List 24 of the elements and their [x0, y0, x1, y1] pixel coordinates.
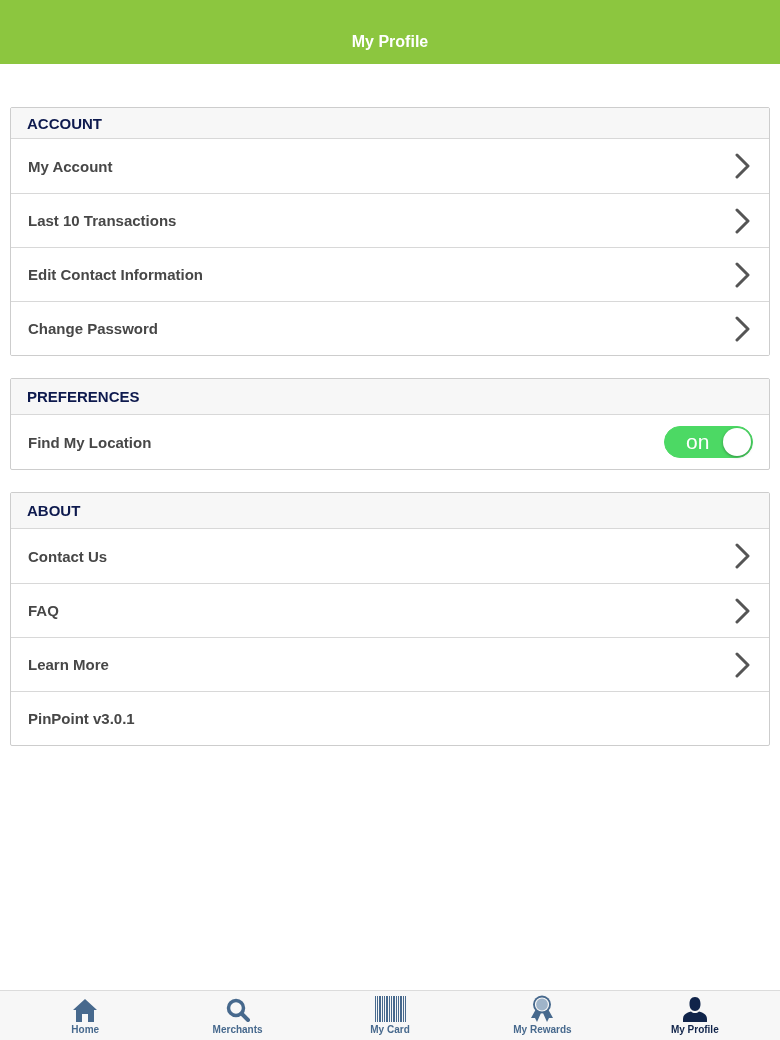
chevron-right-icon — [735, 543, 750, 569]
chevron-right-icon — [735, 153, 750, 179]
barcode-icon — [374, 996, 406, 1022]
section-header: ACCOUNT — [11, 108, 769, 139]
award-ribbon-icon — [530, 995, 555, 1022]
tab[interactable]: My Rewards — [466, 991, 619, 1040]
section-header: PREFERENCES — [11, 379, 769, 415]
tab[interactable]: My Card — [313, 991, 467, 1040]
screen-title: My Profile — [351, 33, 429, 51]
tab[interactable]: Home — [9, 991, 162, 1040]
tab[interactable]: Merchants — [161, 991, 314, 1040]
tab[interactable]: My Profile — [618, 991, 772, 1040]
menu-item[interactable]: Change Password — [11, 301, 769, 355]
chevron-right-icon — [735, 315, 750, 342]
chevron-right-icon — [735, 651, 750, 678]
home-icon — [73, 998, 98, 1022]
search-icon — [225, 998, 250, 1022]
setting-label: Find My Location — [28, 433, 152, 451]
person-icon — [681, 996, 708, 1022]
section-header: ABOUT — [11, 493, 769, 529]
chevron-right-icon — [735, 597, 750, 624]
version-text: PinPoint v3.0.1 — [28, 710, 135, 727]
chevron-right-icon — [735, 207, 750, 234]
chevron-right-icon — [735, 261, 750, 288]
